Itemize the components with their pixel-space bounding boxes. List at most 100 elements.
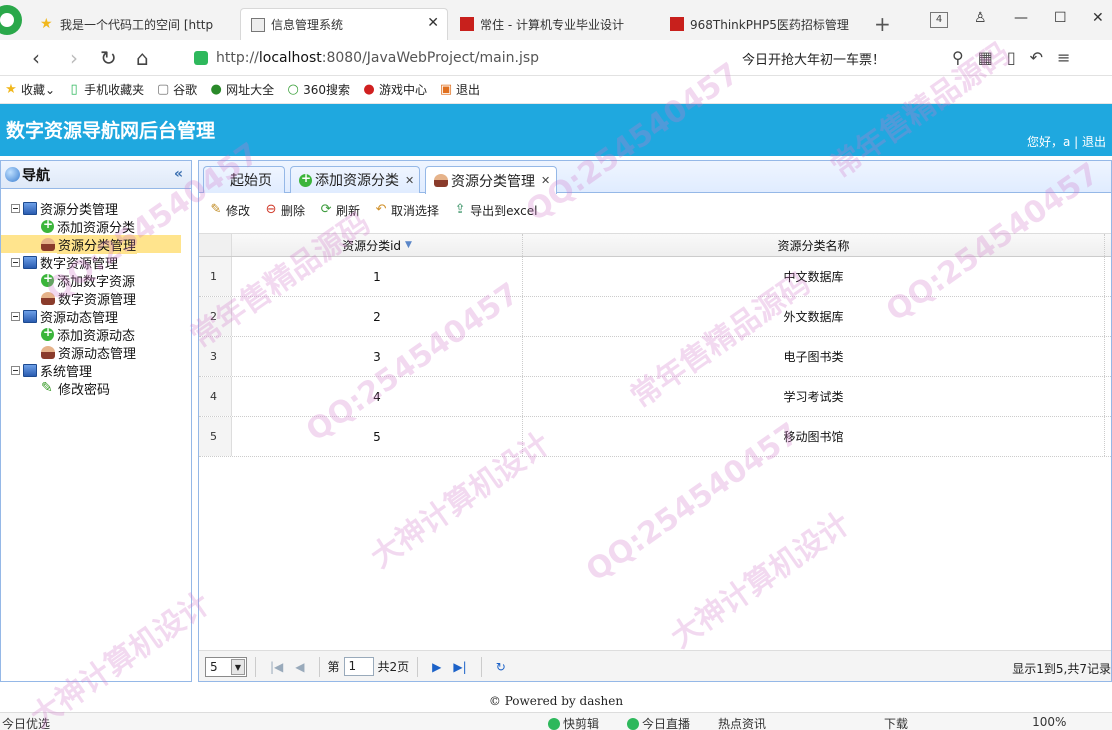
page-icon: ▢ <box>156 81 170 97</box>
undo-icon: ↶ <box>375 202 387 217</box>
nav-item-add-category[interactable]: 添加资源分类 <box>1 217 191 236</box>
star-icon: ★ <box>40 16 53 32</box>
bookmark-favorites[interactable]: ★ 收藏 ⌄ <box>4 81 55 98</box>
tab-count-badge[interactable]: 4 <box>930 12 948 28</box>
add-icon <box>41 217 54 233</box>
maximize-icon[interactable]: ☐ <box>1054 10 1067 26</box>
separator <box>255 656 256 677</box>
tab-home[interactable]: 起始页 <box>203 166 285 193</box>
export-excel-button[interactable]: ⇪ 导出到excel <box>453 202 538 219</box>
next-page-icon[interactable]: ▶ <box>432 660 441 674</box>
bookmark-exit[interactable]: ▣ 退出 <box>439 81 480 98</box>
nav-group-system[interactable]: 系统管理 <box>1 361 191 380</box>
browser-tab-4[interactable]: 968ThinkPHP5医药招标管理 <box>660 8 860 40</box>
status-news[interactable]: 热点资讯 <box>718 715 780 730</box>
exit-icon: ▣ <box>439 81 453 97</box>
cell-id: 2 <box>232 297 523 336</box>
status-zoom[interactable]: 100% <box>1032 715 1080 730</box>
table-row[interactable]: 2 2 外文数据库 <box>199 297 1111 337</box>
nav-item-category-manage[interactable]: 资源分类管理 <box>1 234 181 254</box>
nav-group-category[interactable]: 资源分类管理 <box>1 199 191 218</box>
status-left[interactable]: 今日优选 <box>2 715 50 730</box>
column-header-id[interactable]: 资源分类id ▼ <box>232 234 523 256</box>
status-live[interactable]: 今日直播 <box>627 715 704 730</box>
browser-status-bar: 今日优选 快剪辑 今日直播 热点资讯 下载 100% <box>0 712 1112 730</box>
collapse-node-icon[interactable] <box>11 203 20 213</box>
nav-item-add-resource[interactable]: 添加数字资源 <box>1 271 191 290</box>
globe-icon: ● <box>210 81 222 97</box>
page-total: 共2页 <box>377 660 410 674</box>
table-row[interactable]: 4 4 学习考试类 <box>199 377 1111 417</box>
refresh-button[interactable]: ⟳ 刷新 <box>319 202 360 219</box>
page-icon <box>251 17 265 32</box>
row-number-header <box>199 234 232 256</box>
close-tab-icon[interactable]: ✕ <box>427 15 439 31</box>
add-icon <box>41 325 54 341</box>
new-tab-icon[interactable]: + <box>874 12 891 36</box>
address-bar: ‹ › ↻ ⌂ http://localhost:8080/JavaWebPro… <box>0 40 1112 76</box>
reload-icon[interactable]: ↻ <box>100 46 117 70</box>
page-size-select[interactable]: 5 ▼ <box>205 656 247 677</box>
toolbar-icons[interactable]: ⚲▦▯↶≡ <box>952 48 1084 67</box>
bookmark-mobile[interactable]: ▯ 手机收藏夹 <box>67 81 145 98</box>
table-row[interactable]: 5 5 移动图书馆 <box>199 417 1111 457</box>
tab-add-category[interactable]: 添加资源分类 ✕ <box>290 166 420 193</box>
back-icon[interactable]: ‹ <box>32 46 40 70</box>
chevron-down-icon[interactable]: ▼ <box>231 658 245 675</box>
bookmark-google[interactable]: ▢ 谷歌 <box>156 81 197 98</box>
nav-panel: 导航 « 资源分类管理 添加资源分类 资源分类管理 数字资源管理 添加数字资源 … <box>0 160 192 682</box>
status-kuaijianji[interactable]: 快剪辑 <box>548 715 613 730</box>
nav-item-change-password[interactable]: ✎ 修改密码 <box>1 379 191 398</box>
row-number: 3 <box>199 337 232 376</box>
grid-toolbar: ✎ 修改 ⊖ 删除 ⟳ 刷新 ↶ 取消选择 ⇪ 导出到excel <box>199 193 1111 227</box>
row-number: 2 <box>199 297 232 336</box>
unselect-button[interactable]: ↶ 取消选择 <box>374 202 439 219</box>
nav-item-resource-manage[interactable]: 数字资源管理 <box>1 289 191 308</box>
computer-icon <box>23 309 37 323</box>
forward-icon[interactable]: › <box>70 46 78 70</box>
close-tab-icon[interactable]: ✕ <box>541 174 550 187</box>
nav-group-news[interactable]: 资源动态管理 <box>1 307 191 326</box>
delete-button[interactable]: ⊖ 删除 <box>264 202 305 219</box>
status-download[interactable]: 下载 <box>884 715 922 730</box>
game-icon: ● <box>363 81 375 97</box>
edit-button[interactable]: ✎ 修改 <box>209 202 250 219</box>
collapse-node-icon[interactable] <box>11 365 20 375</box>
separator <box>480 656 482 677</box>
bookmark-games[interactable]: ● 游戏中心 <box>362 81 427 98</box>
collapse-node-icon[interactable] <box>11 311 20 321</box>
bookmark-sites[interactable]: ● 网址大全 <box>209 81 274 98</box>
cell-name: 移动图书馆 <box>523 417 1105 456</box>
browser-tab-2[interactable]: 信息管理系统 ✕ <box>240 8 448 40</box>
minimize-icon[interactable]: — <box>1014 10 1028 26</box>
page-number-input[interactable]: 1 <box>343 657 374 676</box>
shirt-icon[interactable]: ♙ <box>974 10 987 26</box>
column-header-name[interactable]: 资源分类名称 <box>523 234 1105 256</box>
browser-tab-1[interactable]: ★ 我是一个代码工的空间 [http <box>30 8 236 40</box>
home-icon[interactable]: ⌂ <box>136 46 149 70</box>
collapse-node-icon[interactable] <box>11 257 20 267</box>
cell-name: 学习考试类 <box>523 377 1105 416</box>
close-window-icon[interactable]: ✕ <box>1092 10 1104 26</box>
url-field[interactable]: http://localhost:8080/JavaWebProject/mai… <box>186 45 720 71</box>
row-number: 1 <box>199 257 232 296</box>
first-page-icon[interactable]: |◀ <box>270 660 283 674</box>
nav-group-resource[interactable]: 数字资源管理 <box>1 253 191 272</box>
refresh-icon[interactable]: ↻ <box>496 660 506 674</box>
close-tab-icon[interactable]: ✕ <box>405 174 414 187</box>
table-row[interactable]: 1 1 中文数据库 <box>199 257 1111 297</box>
promo-text[interactable]: 今日开抢大年初一车票！ <box>742 49 885 68</box>
nav-item-news-manage[interactable]: 资源动态管理 <box>1 343 191 362</box>
user-greeting[interactable]: 您好，a | 退出 <box>1027 133 1106 150</box>
collapse-icon[interactable]: « <box>174 166 183 182</box>
browser-tab-3[interactable]: 常住 - 计算机专业毕业设计 <box>450 8 658 40</box>
nav-tree: 资源分类管理 添加资源分类 资源分类管理 数字资源管理 添加数字资源 数字资源管… <box>1 189 191 398</box>
nav-item-add-news[interactable]: 添加资源动态 <box>1 325 191 344</box>
tab-category-manage[interactable]: 资源分类管理 ✕ <box>425 166 557 194</box>
prev-page-icon[interactable]: ◀ <box>295 660 304 674</box>
phone-icon: ▯ <box>70 81 78 97</box>
bookmark-360[interactable]: ○ 360搜索 <box>286 81 350 98</box>
page-info: 显示1到5,共7记录 <box>1012 662 1111 676</box>
last-page-icon[interactable]: ▶| <box>453 660 466 674</box>
table-row[interactable]: 3 3 电子图书类 <box>199 337 1111 377</box>
